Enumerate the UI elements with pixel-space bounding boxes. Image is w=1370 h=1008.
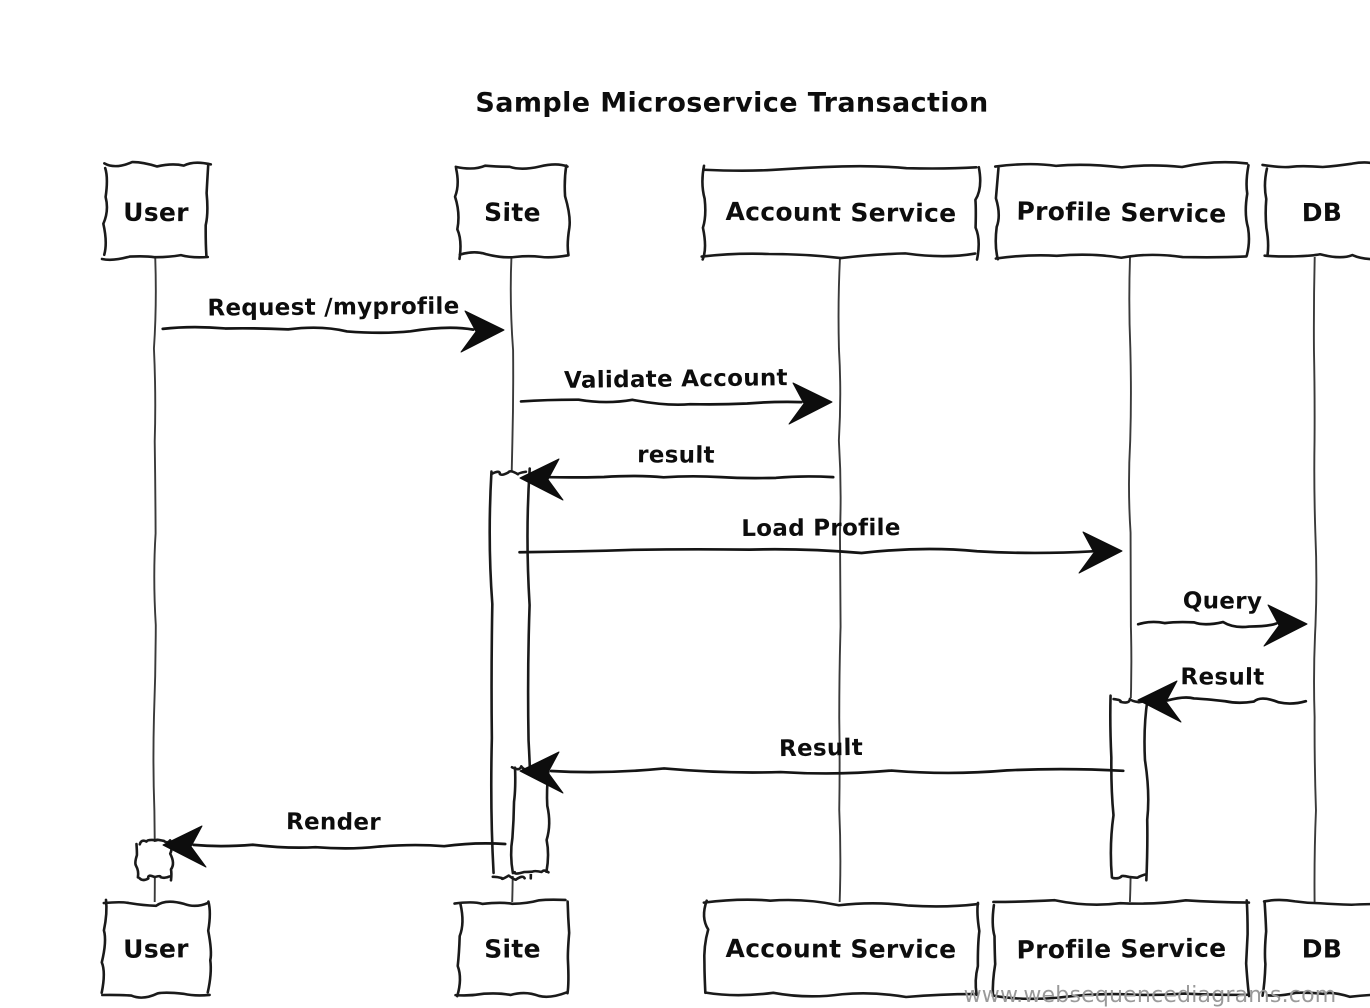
diagram-title-group: Sample Microservice Transaction — [475, 88, 988, 119]
participant-box-account-top[interactable]: Account Service — [700, 164, 982, 261]
participant-box-site-top[interactable]: Site — [453, 163, 571, 261]
diagram-surface: User Site Account Service Profile Service DB… — [100, 88, 1370, 1008]
watermark-group: www.websequencediagrams.com — [964, 983, 1337, 1008]
message-label: Render — [286, 809, 381, 836]
participant-label-profile-top: Profile Service — [1016, 197, 1226, 229]
message-1-user-to-site: Request /myprofile — [161, 294, 505, 353]
participant-label-db-top: DB — [1302, 198, 1343, 227]
message-7-profile-to-site: Result — [519, 735, 1125, 794]
message-line — [519, 398, 803, 407]
participant-label-account-bottom: Account Service — [726, 934, 957, 964]
watermark-text: www.websequencediagrams.com — [964, 983, 1337, 1008]
participant-label-db-bottom: DB — [1302, 934, 1342, 963]
lifeline-account — [837, 256, 842, 903]
message-label: Result — [1180, 664, 1264, 690]
message-line — [1166, 696, 1308, 705]
sequence-diagram-canvas: User Site Account Service Profile Service DB… — [0, 0, 1370, 1008]
message-label: Load Profile — [741, 515, 901, 542]
message-5-profile-to-db: Query — [1136, 588, 1308, 647]
participant-label-user-top: User — [123, 198, 189, 227]
message-label: Request /myprofile — [207, 294, 459, 322]
participant-box-profile-top[interactable]: Profile Service — [993, 160, 1251, 261]
message-line — [1136, 620, 1278, 629]
message-2-site-to-account: Validate Account — [519, 365, 833, 425]
participant-label-site-top: Site — [484, 198, 541, 228]
participant-box-account-bottom[interactable]: Account Service — [702, 898, 981, 999]
message-label: Query — [1183, 588, 1263, 615]
participant-box-user-top[interactable]: User — [100, 160, 213, 262]
participant-label-profile-bottom: Profile Service — [1016, 934, 1226, 965]
message-6-db-to-profile: Result — [1137, 664, 1308, 723]
diagram-title: Sample Microservice Transaction — [475, 88, 988, 119]
participant-label-site-bottom: Site — [484, 934, 541, 963]
participant-box-site-bottom[interactable]: Site — [453, 898, 571, 999]
message-4-site-to-profile: Load Profile — [518, 515, 1123, 574]
message-label: Validate Account — [564, 365, 788, 394]
lifeline-db — [1312, 255, 1318, 903]
message-line — [548, 474, 835, 480]
message-line — [518, 547, 1095, 555]
participant-box-user-bottom[interactable]: User — [100, 898, 213, 999]
message-line — [161, 325, 475, 335]
participant-label-account-top: Account Service — [725, 197, 956, 228]
activation-box-profile-2 — [1109, 694, 1150, 882]
message-8-site-to-user: Render — [162, 809, 507, 868]
participant-boxes-top: User Site Account Service Profile Service DB — [100, 160, 1370, 262]
message-line — [549, 767, 1125, 775]
participant-box-db-top[interactable]: DB — [1261, 161, 1370, 261]
message-label: result — [637, 442, 715, 469]
message-label: Result — [779, 735, 863, 762]
lifeline-user — [152, 256, 157, 904]
message-line — [192, 842, 507, 850]
message-3-account-to-site: result — [519, 442, 835, 501]
participant-label-user-bottom: User — [123, 934, 189, 964]
